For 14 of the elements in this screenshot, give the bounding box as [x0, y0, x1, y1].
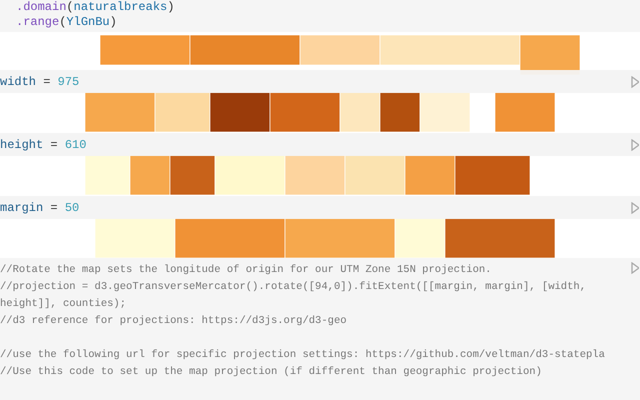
code-line: .domain(naturalbreaks): [16, 0, 176, 15]
code-line: height = 610: [0, 136, 86, 154]
run-icon[interactable]: [631, 202, 639, 214]
code-line: width = 975: [0, 74, 80, 90]
run-icon[interactable]: [631, 262, 639, 274]
code-line: margin = 50: [0, 200, 80, 216]
code-comment: //Rotate the map sets the longitude of origin for our UTM Zone 15N projection.: [0, 263, 492, 278]
code-comment: //Use this code to set up the map projection (if different than geographic projection): [0, 365, 543, 380]
code-line: .range(YlGnBu): [16, 15, 118, 30]
run-icon[interactable]: [631, 138, 639, 150]
run-icon[interactable]: [631, 76, 639, 88]
code-comment: //projection = d3.geoTransverseMercator().rotate([94,0]).fitExtent([[margin, margin], [width, height]], counties);: [0, 280, 587, 312]
code-comment: //d3 reference for projections: https://d3js.org/d3-geo: [0, 314, 348, 329]
code-comment: //use the following url for specific projection settings: https://github.com/veltman/d3-statepla: [0, 348, 606, 363]
